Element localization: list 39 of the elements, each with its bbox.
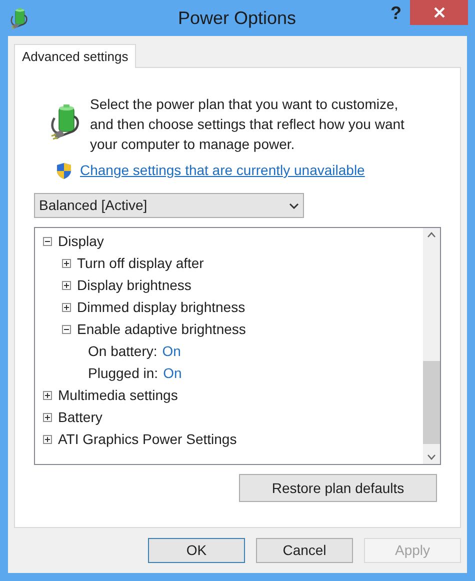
shield-icon bbox=[56, 162, 72, 180]
dialog-button[interactable]: Cancel bbox=[256, 538, 353, 563]
tree-item[interactable]: Multimedia settings bbox=[58, 384, 178, 406]
expand-icon[interactable] bbox=[62, 302, 71, 312]
tree-item[interactable]: ATI Graphics Power Settings bbox=[58, 428, 237, 450]
chevron-up-icon[interactable] bbox=[427, 232, 436, 238]
expand-icon[interactable] bbox=[43, 434, 52, 444]
window-title: Power Options bbox=[178, 7, 296, 30]
expand-icon[interactable] bbox=[43, 412, 52, 422]
setting-label: On battery: bbox=[88, 342, 158, 361]
tree-item[interactable]: Display bbox=[58, 230, 104, 252]
tab[interactable]: Advanced settings bbox=[14, 44, 136, 68]
help-button[interactable]: ? bbox=[386, 0, 406, 24]
setting-label: Plugged in: bbox=[88, 364, 158, 383]
dialog-button[interactable]: OK bbox=[148, 538, 245, 563]
tree-item[interactable]: Dimmed display brightness bbox=[77, 296, 246, 318]
scrollbar[interactable] bbox=[423, 228, 440, 464]
chevron-down-icon[interactable] bbox=[427, 454, 436, 460]
app-icon bbox=[10, 7, 28, 29]
close-icon bbox=[434, 7, 444, 18]
scrollbar-thumb[interactable] bbox=[423, 360, 440, 444]
collapse-icon[interactable] bbox=[62, 324, 71, 334]
change-settings-link[interactable]: Change settings that are currently unavailable bbox=[80, 160, 365, 181]
tree-item[interactable]: Enable adaptive brightness bbox=[77, 318, 246, 340]
collapse-icon[interactable] bbox=[43, 236, 52, 246]
intro-text: Select the power plan that you want to customize, and then choose settings that reflect how you want your computer to manage power. bbox=[90, 95, 406, 154]
setting-value[interactable]: On bbox=[162, 340, 181, 362]
tree-item[interactable]: Display brightness bbox=[77, 274, 192, 296]
tree-item[interactable]: Turn off display after bbox=[77, 252, 204, 274]
close-button[interactable] bbox=[410, 0, 468, 25]
battery-plug-icon bbox=[50, 102, 80, 140]
chevron-down-icon bbox=[289, 202, 299, 208]
expand-icon[interactable] bbox=[43, 390, 52, 400]
tree-item[interactable]: Battery bbox=[58, 406, 102, 428]
plan-dropdown[interactable]: Balanced [Active] bbox=[34, 193, 304, 218]
restore-defaults-button[interactable]: Restore plan defaults bbox=[239, 474, 437, 502]
setting-value[interactable]: On bbox=[163, 362, 182, 384]
expand-icon[interactable] bbox=[62, 280, 71, 290]
expand-icon[interactable] bbox=[62, 258, 71, 268]
